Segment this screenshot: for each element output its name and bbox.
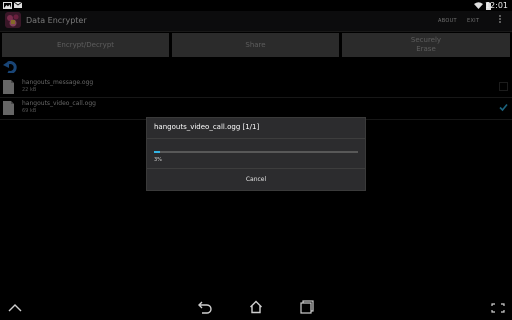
progress-bar [154, 151, 358, 153]
chevron-up-icon[interactable] [8, 304, 22, 312]
recents-icon[interactable] [300, 300, 314, 314]
screenshot-icon[interactable] [491, 303, 505, 313]
back-icon[interactable] [198, 300, 212, 314]
progress-bar-fill [154, 151, 161, 153]
status-bar: 12:01 [0, 0, 512, 11]
cancel-button[interactable]: Cancel [147, 169, 365, 190]
progress-percent: 3% [154, 157, 162, 163]
dialog-title-divider [147, 138, 365, 139]
image-icon [3, 2, 12, 9]
system-nav-bar [0, 296, 512, 320]
mail-icon [14, 2, 22, 8]
wifi-icon [474, 2, 483, 9]
dialog-title: hangouts_video_call.ogg [1/1] [154, 123, 260, 131]
home-icon[interactable] [249, 300, 263, 314]
progress-dialog: hangouts_video_call.ogg [1/1] 3% Cancel [147, 118, 365, 190]
clock: 12:01 [484, 1, 508, 10]
